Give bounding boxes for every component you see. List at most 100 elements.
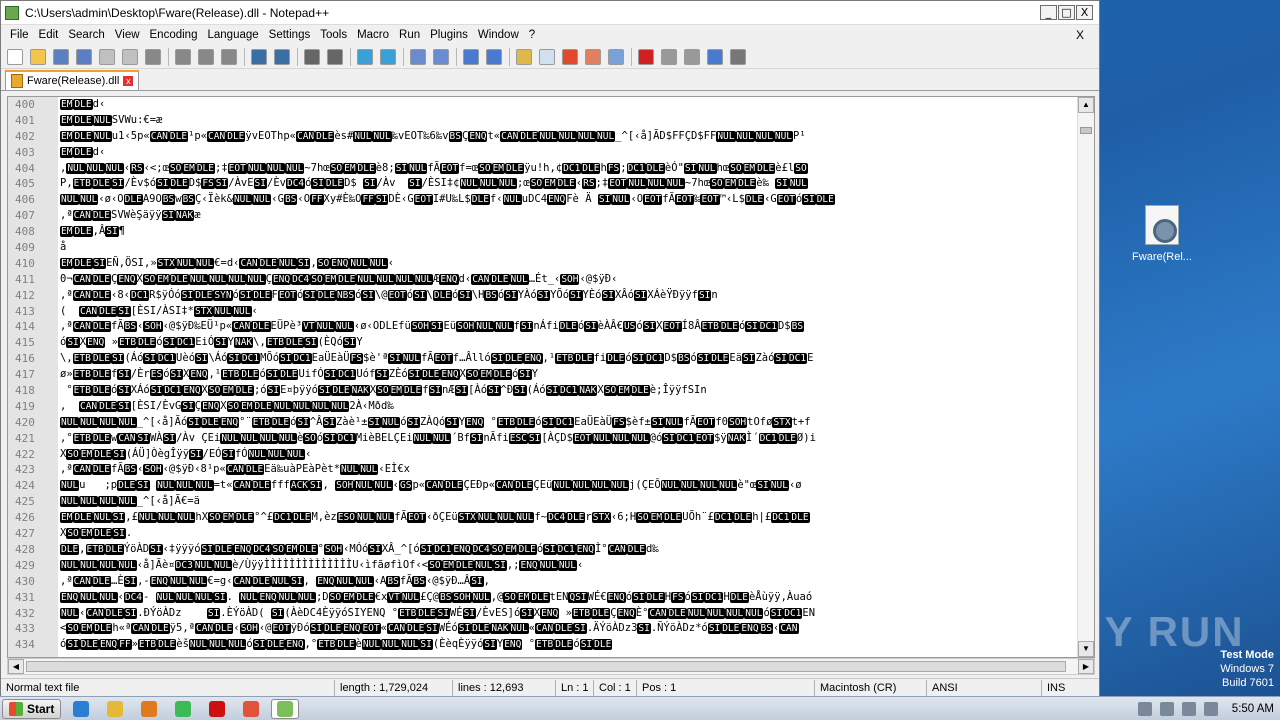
taskbar-chrome[interactable] [169,699,197,719]
code-line: ,°ETB DLEwCAN SIWÀSI/Àv ÇEiNUL NUL NUL NULèSO… [60,431,816,444]
line-number-gutter: 400 401 402 403 404 405 406 407 408 409 410 411 412 4… [8,97,58,657]
desktop-file-icon[interactable]: Fware(Rel... [1126,205,1198,263]
new-file-icon[interactable] [7,48,23,65]
control-char: NAK [233,337,254,349]
taskbar-notepadpp[interactable] [271,698,300,719]
control-char: NUL [315,321,335,333]
status-eol[interactable]: Macintosh (CR) [815,679,927,696]
tray-network-icon[interactable] [1159,701,1174,716]
scroll-right-arrow-icon[interactable]: ▶ [1078,659,1094,674]
cut-icon[interactable] [175,48,191,65]
close-window-button[interactable]: X [1076,5,1093,20]
editor-area[interactable]: 400 401 402 403 404 405 406 407 408 409 410 411 412 4… [7,96,1095,658]
indent-guide-icon[interactable] [516,48,532,65]
monitoring-icon[interactable] [608,48,624,65]
menu-settings[interactable]: Settings [264,29,316,41]
control-char: SI [290,575,304,587]
notepadpp-app-icon [5,5,19,20]
control-char: DLE [593,639,613,651]
save-macro-icon[interactable] [730,48,746,65]
tab-close-icon[interactable]: x [123,76,134,86]
status-encoding[interactable]: ANSI [927,679,1042,696]
doc-map-icon[interactable] [539,48,555,65]
replace-icon[interactable] [327,48,343,65]
code-text[interactable]: EM DLEd‹ EM DLE NULSVWu:€=æ EM DLE NULu1‹5p«CAN… [60,97,1078,657]
control-char: NUL [368,257,388,269]
redo-icon[interactable] [274,48,290,65]
taskbar-explorer[interactable] [101,699,129,719]
tab-fware-release-dll[interactable]: Fware(Release).dll x [5,70,140,90]
copy-icon[interactable] [198,48,214,65]
menu-edit[interactable]: Edit [34,29,64,41]
zoom-in-icon[interactable] [357,48,373,65]
menu-window[interactable]: Window [473,29,524,41]
play-multiple-icon[interactable] [707,48,723,65]
control-char: NUL [92,114,112,126]
control-char: NUL [155,591,175,603]
close-document-button[interactable]: X [1071,28,1089,42]
menu-help[interactable]: ? [524,29,540,41]
taskbar-opera[interactable] [203,699,231,719]
menu-language[interactable]: Language [202,29,263,41]
save-icon[interactable] [53,48,69,65]
control-char: EM [60,512,74,524]
zoom-out-icon[interactable] [380,48,396,65]
taskbar-colorful-app[interactable] [237,699,265,719]
code-line: NUL NUL NUL NUL_^[‹å]ÃóSI DLE ENQ°¨ETB DLEóSI^… [60,415,811,428]
function-list-icon[interactable] [562,48,578,65]
menu-run[interactable]: Run [394,29,425,41]
horizontal-scroll-thumb[interactable] [26,661,1066,672]
maximize-button[interactable]: □ [1058,5,1075,20]
taskbar-media-player[interactable] [135,699,163,719]
tray-volume-icon[interactable] [1181,701,1196,716]
tray-info-icon[interactable] [1137,701,1152,716]
control-char: NUL [277,257,297,269]
control-char: SI [296,416,310,428]
tray-flag-icon[interactable] [1203,701,1218,716]
control-char: CAN [131,623,151,635]
taskbar-ie[interactable] [67,699,95,719]
title-bar[interactable]: C:\Users\admin\Desktop\Fware(Release).dl… [1,1,1099,25]
scroll-up-arrow-icon[interactable]: ▲ [1078,97,1094,113]
control-char: CAN [495,480,515,492]
word-wrap-icon[interactable] [463,48,479,65]
paste-icon[interactable] [221,48,237,65]
stop-macro-icon[interactable] [661,48,677,65]
status-insert-mode[interactable]: INS [1042,680,1082,696]
scroll-down-arrow-icon[interactable]: ▼ [1078,641,1094,657]
menu-file[interactable]: File [5,29,34,41]
record-macro-icon[interactable] [638,48,654,65]
menu-encoding[interactable]: Encoding [145,29,203,41]
sync-v-icon[interactable] [410,48,426,65]
undo-icon[interactable] [251,48,267,65]
close-all-icon[interactable] [122,48,138,65]
taskbar-apps [61,698,300,719]
play-macro-icon[interactable] [684,48,700,65]
control-char: NUL [679,480,699,492]
menu-macro[interactable]: Macro [352,29,394,41]
menu-view[interactable]: View [110,29,145,41]
control-char: SI [342,337,357,349]
close-icon[interactable] [99,48,115,65]
menu-search[interactable]: Search [63,29,109,41]
menu-tools[interactable]: Tools [315,29,352,41]
horizontal-scrollbar[interactable]: ◀ ▶ [7,658,1095,675]
open-file-icon[interactable] [30,48,46,65]
scroll-left-arrow-icon[interactable]: ◀ [8,659,24,674]
print-icon[interactable] [145,48,161,65]
start-button[interactable]: Start [2,698,62,719]
find-icon[interactable] [304,48,320,65]
control-char: SI [483,639,497,651]
vertical-scrollbar[interactable]: ▲ ▼ [1077,97,1094,657]
folder-workspace-icon[interactable] [585,48,601,65]
menu-plugins[interactable]: Plugins [425,29,473,41]
vertical-scroll-thumb[interactable] [1080,127,1092,134]
control-char: DLE [266,639,286,651]
control-char: DLE [645,591,665,603]
save-all-icon[interactable] [76,48,92,65]
minimize-button[interactable]: _ [1040,5,1057,20]
clock[interactable]: 5:50 AM [1232,703,1274,715]
show-all-chars-icon[interactable] [486,48,502,65]
sync-h-icon[interactable] [433,48,449,65]
control-char: SI [569,289,583,301]
